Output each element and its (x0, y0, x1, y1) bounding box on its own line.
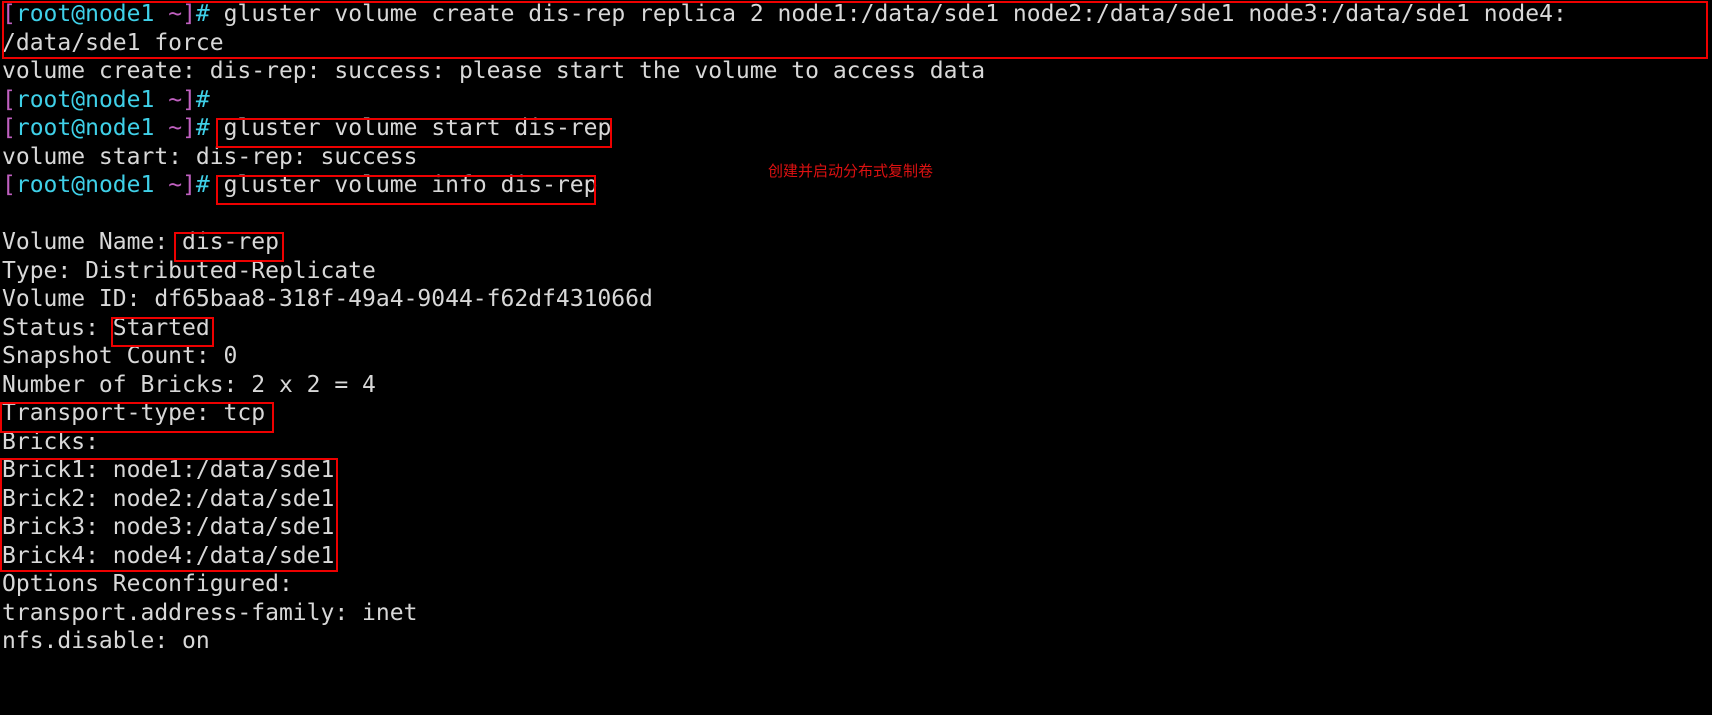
info-volume-name: Volume Name: dis-rep (2, 229, 279, 255)
prompt-open-bracket: [ (2, 1, 16, 27)
terminal-line-nfs-disable: nfs.disable: on (0, 627, 1712, 656)
command-info-volume: gluster volume info dis-rep (209, 172, 598, 198)
terminal-line-status: Status: Started (0, 314, 1712, 343)
prompt-tilde: ~ (168, 172, 183, 198)
prompt-user-host: root@node1 (15, 86, 155, 113)
prompt-user-host: root@node1 (15, 115, 155, 141)
terminal-line-options-header: Options Reconfigured: (0, 570, 1712, 599)
info-number-of-bricks: Number of Bricks: 2 x 2 = 4 (2, 371, 376, 398)
prompt-close-bracket: ] (182, 86, 196, 113)
terminal-line-command-create-wrap: /data/sde1 force (0, 29, 1712, 58)
terminal-line-output-create-result: volume create: dis-rep: success: please … (0, 57, 1712, 86)
info-snapshot-count: Snapshot Count: 0 (2, 343, 238, 369)
prompt-user-host: root@node1 (15, 1, 155, 27)
prompt-hash: # (195, 1, 210, 27)
info-transport-address-family: transport.address-family: inet (2, 599, 418, 626)
command-create-volume-wrap: /data/sde1 force (2, 29, 224, 56)
terminal-line-snapshot-count: Snapshot Count: 0 (0, 342, 1712, 371)
terminal-line-volume-name: Volume Name: dis-rep (0, 228, 1712, 257)
prompt-user-host: root@node1 (15, 172, 155, 198)
prompt-hash: # (195, 172, 210, 198)
command-create-volume: gluster volume create dis-rep replica 2 … (209, 1, 1567, 27)
terminal-line-transport-address-family: transport.address-family: inet (0, 599, 1712, 628)
info-brick3: Brick3: node3:/data/sde1 (2, 514, 335, 540)
terminal-line-command-start: [root@node1 ~]# gluster volume start dis… (0, 114, 1712, 143)
info-volume-type: Type: Distributed-Replicate (2, 257, 376, 284)
terminal-line-bricks-header: Bricks: (0, 428, 1712, 457)
prompt-open-bracket: [ (2, 115, 16, 141)
prompt-open-bracket: [ (2, 172, 16, 198)
info-nfs-disable: nfs.disable: on (2, 628, 210, 654)
info-brick4: Brick4: node4:/data/sde1 (2, 542, 335, 569)
info-volume-id: Volume ID: df65baa8-318f-49a4-9044-f62df… (2, 286, 653, 312)
prompt-tilde: ~ (168, 86, 183, 113)
output-start-result: volume start: dis-rep: success (2, 143, 418, 170)
chinese-annotation: 创建并启动分布式复制卷 (768, 162, 934, 180)
prompt-close-bracket: ] (182, 1, 196, 27)
prompt-close-bracket: ] (182, 115, 196, 141)
terminal-line-brick2: Brick2: node2:/data/sde1 (0, 485, 1712, 514)
terminal-line-volume-id: Volume ID: df65baa8-318f-49a4-9044-f62df… (0, 285, 1712, 314)
info-options-header: Options Reconfigured: (2, 571, 293, 597)
prompt-hash: # (195, 86, 210, 113)
terminal-line-transport-type: Transport-type: tcp (0, 399, 1712, 428)
info-status: Status: Started (2, 314, 210, 341)
prompt-tilde: ~ (168, 1, 183, 27)
prompt-close-bracket: ] (182, 172, 196, 198)
info-brick2: Brick2: node2:/data/sde1 (2, 485, 335, 512)
terminal-line-prompt-empty: [root@node1 ~]# (0, 86, 1712, 115)
prompt-tilde: ~ (168, 115, 183, 141)
info-transport-type: Transport-type: tcp (2, 400, 266, 426)
output-create-result: volume create: dis-rep: success: please … (2, 58, 986, 84)
terminal-line-brick4: Brick4: node4:/data/sde1 (0, 542, 1712, 571)
info-bricks-header: Bricks: (2, 428, 99, 455)
prompt-open-bracket: [ (2, 86, 16, 113)
terminal-line-volume-type: Type: Distributed-Replicate (0, 257, 1712, 286)
prompt-hash: # (195, 115, 210, 141)
terminal-line-number-of-bricks: Number of Bricks: 2 x 2 = 4 (0, 371, 1712, 400)
terminal-line-brick1: Brick1: node1:/data/sde1 (0, 456, 1712, 485)
terminal-line-brick3: Brick3: node3:/data/sde1 (0, 513, 1712, 542)
terminal-line-command-create: [root@node1 ~]# gluster volume create di… (0, 0, 1712, 29)
terminal-window[interactable]: [root@node1 ~]# gluster volume create di… (0, 0, 1712, 715)
info-brick1: Brick1: node1:/data/sde1 (2, 457, 335, 483)
command-start-volume: gluster volume start dis-rep (209, 115, 612, 141)
